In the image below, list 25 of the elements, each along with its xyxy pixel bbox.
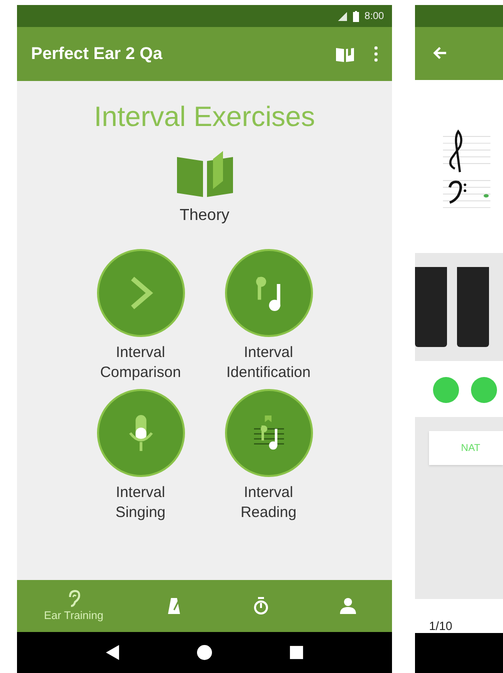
exercise-label[interactable]: Interval Singing — [115, 483, 166, 523]
sheet-music-icon — [254, 415, 284, 451]
metronome-icon — [166, 597, 182, 615]
more-options-icon[interactable] — [374, 46, 378, 62]
music-notes-icon — [254, 275, 284, 311]
status-time: 8:00 — [364, 10, 384, 22]
exercise-label[interactable]: Interval Identification — [226, 343, 311, 383]
signal-icon — [338, 12, 347, 20]
book-icon[interactable] — [336, 46, 354, 62]
recents-icon[interactable] — [288, 645, 304, 660]
exercise-label[interactable]: Interval Comparison — [100, 343, 181, 383]
question-counter: 1/10 — [428, 618, 454, 633]
page-heading: Interval Exercises — [94, 101, 315, 133]
stopwatch-icon — [253, 597, 270, 615]
note-button[interactable] — [471, 377, 497, 404]
app-title: Perfect Ear 2 Qa — [31, 44, 164, 64]
note-button[interactable] — [433, 377, 459, 404]
battery-icon — [352, 10, 359, 22]
person-icon — [340, 597, 356, 615]
book-icon[interactable] — [176, 151, 232, 197]
home-icon[interactable] — [196, 645, 212, 660]
back-icon[interactable] — [105, 645, 120, 660]
back-arrow-icon[interactable] — [433, 46, 447, 60]
exercise-label[interactable]: Interval Reading — [240, 483, 296, 523]
theory-label[interactable]: Theory — [180, 207, 230, 225]
